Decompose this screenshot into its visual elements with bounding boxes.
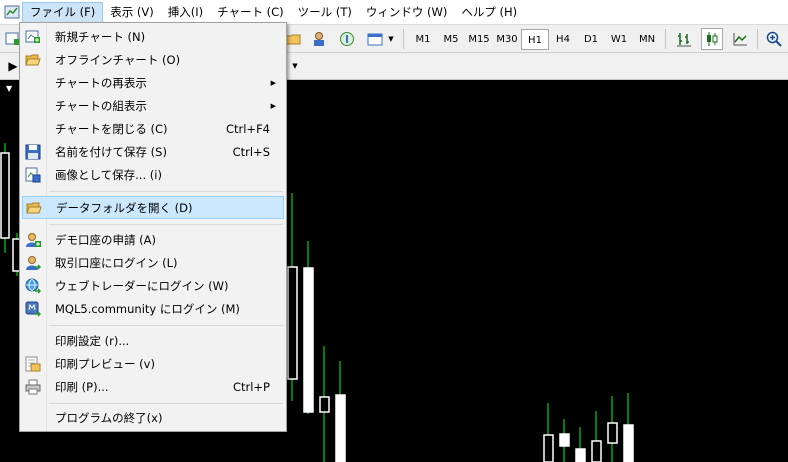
printer-icon (25, 379, 41, 395)
menu-item-shortcut: Ctrl+S (232, 145, 270, 159)
signal-icon (340, 32, 354, 46)
line-chart-button[interactable] (729, 28, 751, 50)
menu-item-save-as-image[interactable]: 画像として保存... (i) (22, 164, 284, 186)
menu-item-label: チャートの組表示 (55, 99, 147, 113)
menu-item-label: 取引口座にログイン (L) (55, 256, 178, 270)
login-icon (26, 256, 41, 270)
menu-file[interactable]: ファイル (F) (22, 1, 104, 23)
menu-item-save-as[interactable]: 名前を付けて保存 (S) Ctrl+S (22, 141, 284, 163)
open-folder-icon (25, 54, 41, 66)
menu-item-offline-chart[interactable]: オフラインチャート (O) (22, 49, 284, 71)
menu-item-close-chart[interactable]: チャートを閉じる (C) Ctrl+F4 (22, 118, 284, 140)
menu-item-chart-redisplay[interactable]: チャートの再表示 ▶ (22, 72, 284, 94)
menu-item-print-setup[interactable]: 印刷設定 (r)... (22, 330, 284, 352)
submenu-arrow-icon: ▶ (270, 102, 276, 110)
menu-tools[interactable]: ツール (T) (291, 2, 359, 23)
menu-item-label: チャートを閉じる (C) (55, 122, 168, 136)
menu-item-label: デモ口座の申請 (A) (55, 233, 156, 247)
timeframe-h4[interactable]: H4 (549, 29, 577, 50)
line-chart-icon (733, 33, 747, 46)
mql5-icon (25, 301, 41, 317)
menu-separator (49, 325, 283, 326)
menu-chart[interactable]: チャート (C) (210, 2, 291, 23)
chevron-down-icon: ▼ (388, 35, 394, 43)
menu-item-label: 印刷プレビュー (v) (55, 357, 155, 371)
menu-window[interactable]: ウィンドウ (W) (359, 2, 455, 23)
menu-item-label: ウェブトレーダーにログイン (W) (55, 279, 229, 293)
menu-item-label: データフォルダを開く (D) (56, 200, 193, 215)
demo-account-icon (26, 233, 41, 247)
menu-item-demo-account[interactable]: デモ口座の申請 (A) (22, 229, 284, 251)
candlestick-button[interactable] (701, 28, 723, 50)
menu-item-label: MQL5.community にログイン (M) (55, 302, 240, 316)
menu-item-login-mql5[interactable]: MQL5.community にログイン (M) (22, 298, 284, 320)
menu-item-label: 名前を付けて保存 (S) (55, 145, 167, 159)
menu-item-new-chart[interactable]: 新規チャート (N) (22, 26, 284, 48)
terminal-button[interactable] (308, 28, 330, 50)
menu-insert[interactable]: 挿入(I) (161, 2, 210, 23)
menu-item-chart-set[interactable]: チャートの組表示 ▶ (22, 95, 284, 117)
menu-item-login-webtrader[interactable]: ウェブトレーダーにログイン (W) (22, 275, 284, 297)
menu-item-print-preview[interactable]: 印刷プレビュー (v) (22, 353, 284, 375)
menu-item-shortcut: Ctrl+P (232, 380, 270, 394)
menu-separator (49, 191, 283, 192)
timeframe-m30[interactable]: M30 (493, 29, 521, 50)
timeframe-m5[interactable]: M5 (437, 29, 465, 50)
menu-item-label: 新規チャート (N) (55, 30, 146, 44)
print-preview-icon (25, 356, 41, 372)
timeframe-h1[interactable]: H1 (521, 29, 549, 50)
submenu-arrow-icon: ▶ (270, 79, 276, 87)
timeframe-m15[interactable]: M15 (465, 29, 493, 50)
bar-chart-button[interactable] (673, 28, 695, 50)
cursor-icon: ▶ (8, 59, 18, 73)
window-dropdown-button[interactable]: ▼ (385, 28, 397, 50)
app-icon (4, 5, 20, 19)
file-menu-dropdown: 新規チャート (N) オフラインチャート (O) チャートの再表示 ▶ チャート… (19, 22, 287, 432)
menu-item-exit[interactable]: プログラムの終了(x) (22, 407, 284, 429)
menu-item-label: プログラムの終了(x) (55, 411, 163, 425)
menu-item-label: 印刷 (P)... (55, 380, 109, 394)
folder-icon (26, 202, 42, 213)
menu-item-label: 印刷設定 (r)... (55, 334, 130, 348)
menu-item-label: チャートの再表示 (55, 76, 147, 90)
menu-item-login-trade-account[interactable]: 取引口座にログイン (L) (22, 252, 284, 274)
menu-item-shortcut: Ctrl+F4 (225, 122, 270, 136)
timeframe-d1[interactable]: D1 (577, 29, 605, 50)
timeframe-mn[interactable]: MN (633, 29, 661, 50)
signals-button[interactable] (336, 28, 358, 50)
menu-separator (49, 403, 283, 404)
save-image-icon (25, 167, 41, 183)
menu-item-label: 画像として保存... (i) (55, 168, 162, 182)
chevron-down-icon: ▼ (292, 62, 298, 70)
zoom-in-button[interactable] (763, 28, 785, 50)
menu-help[interactable]: ヘルプ (H) (454, 2, 524, 23)
chart-window-button[interactable] (364, 28, 386, 50)
menu-view[interactable]: 表示 (V) (103, 2, 161, 23)
window-icon (367, 33, 383, 46)
folder-star-icon (285, 34, 301, 45)
bar-chart-icon (677, 33, 691, 47)
new-chart-icon (25, 30, 40, 43)
timeframe-m1[interactable]: M1 (409, 29, 437, 50)
webtrader-icon (25, 278, 41, 294)
menu-item-open-data-folder[interactable]: データフォルダを開く (D) (22, 196, 284, 219)
menu-separator (49, 224, 283, 225)
toolbar-separator (665, 29, 666, 49)
toolbar-separator (757, 29, 758, 49)
save-icon (25, 144, 41, 160)
menu-item-label: オフラインチャート (O) (55, 53, 181, 67)
candlestick-icon (707, 32, 718, 46)
toolbar-separator (403, 29, 404, 49)
toolbar-dropdown-button[interactable]: ▼ (288, 55, 302, 77)
zoom-in-icon (766, 31, 782, 47)
user-icon (314, 32, 324, 46)
timeframe-w1[interactable]: W1 (605, 29, 633, 50)
menu-item-print[interactable]: 印刷 (P)... Ctrl+P (22, 376, 284, 398)
